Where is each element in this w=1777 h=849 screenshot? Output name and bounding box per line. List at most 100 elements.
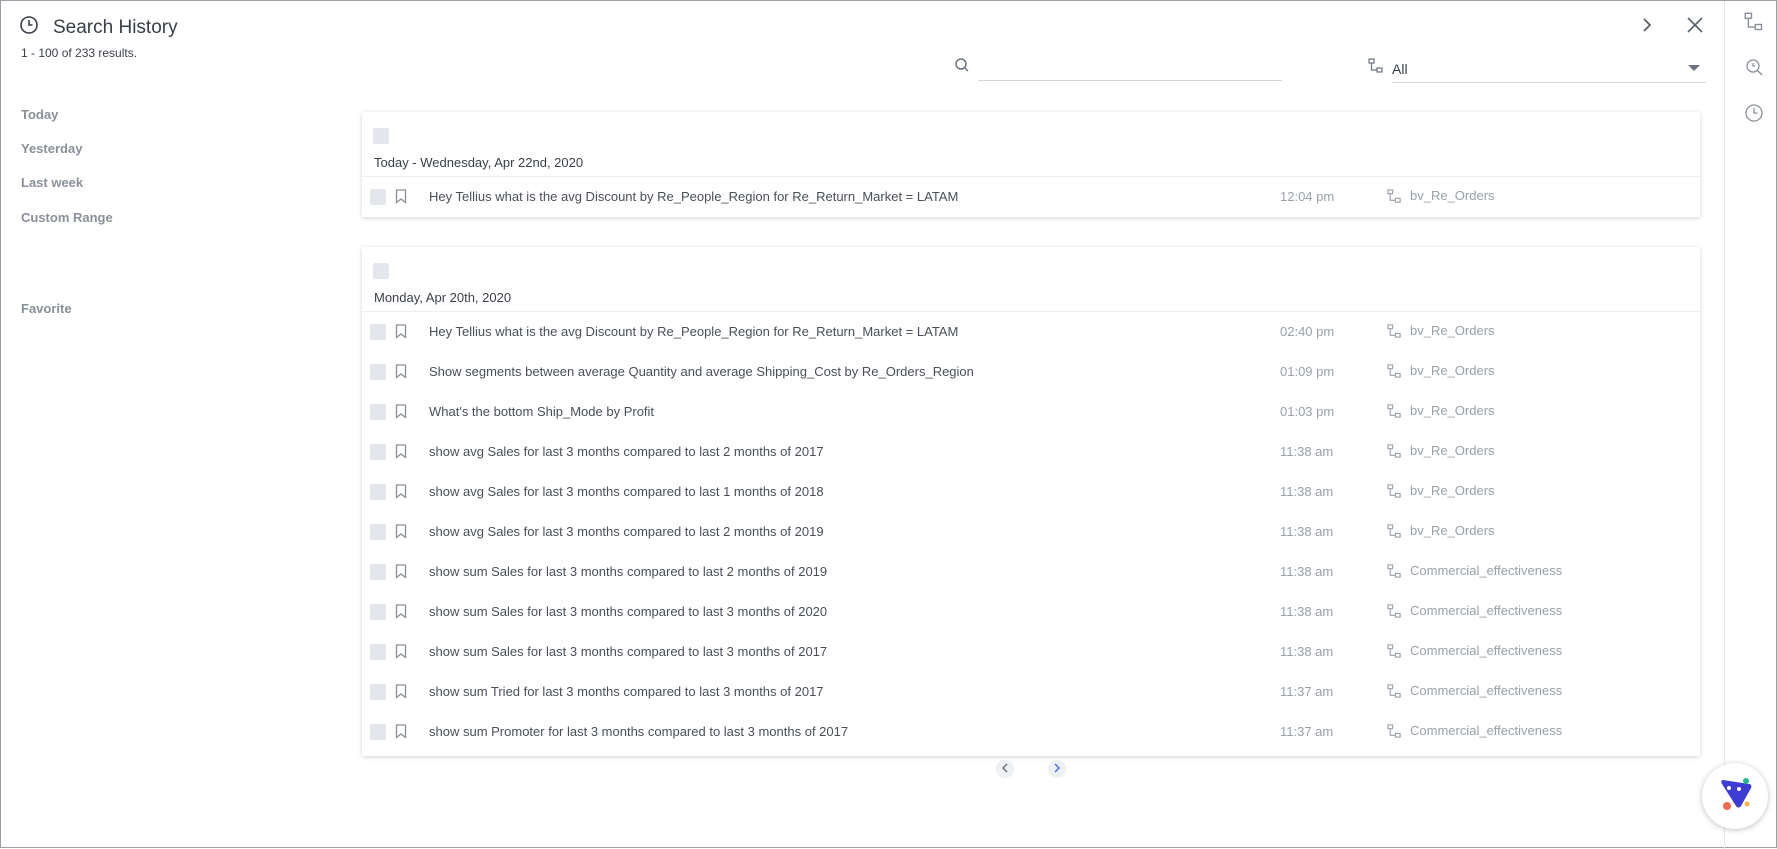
- history-time: 12:04 pm: [1280, 189, 1335, 204]
- group-rows: Hey Tellius what is the avg Discount by …: [362, 312, 1700, 756]
- row-checkbox[interactable]: [370, 189, 386, 205]
- bookmark-icon[interactable]: [395, 564, 407, 584]
- history-datasource[interactable]: Commercial_effectiveness: [1410, 563, 1562, 578]
- history-icon: [19, 15, 39, 40]
- datasource-icon: [1387, 644, 1402, 664]
- history-query[interactable]: show sum Sales for last 3 months compare…: [429, 564, 827, 579]
- history-time: 11:38 am: [1280, 604, 1334, 619]
- history-datasource[interactable]: Commercial_effectiveness: [1410, 643, 1562, 658]
- history-row: show sum Sales for last 3 months compare…: [362, 632, 1700, 672]
- search-input[interactable]: [978, 55, 1282, 81]
- close-button[interactable]: [1683, 15, 1707, 39]
- search-icon: [954, 57, 970, 78]
- history-query[interactable]: show avg Sales for last 3 months compare…: [429, 444, 824, 459]
- header: Search History: [19, 15, 178, 40]
- row-checkbox[interactable]: [370, 404, 386, 420]
- history-datasource[interactable]: Commercial_effectiveness: [1410, 683, 1562, 698]
- datasource-icon: [1387, 564, 1402, 584]
- row-checkbox[interactable]: [370, 724, 386, 740]
- search-box: [954, 55, 1282, 81]
- history-datasource[interactable]: bv_Re_Orders: [1410, 483, 1495, 498]
- bookmark-icon[interactable]: [395, 724, 407, 744]
- row-checkbox[interactable]: [370, 444, 386, 460]
- history-datasource[interactable]: bv_Re_Orders: [1410, 403, 1495, 418]
- history-row: show avg Sales for last 3 months compare…: [362, 512, 1700, 552]
- history-row: show avg Sales for last 3 months compare…: [362, 472, 1700, 512]
- bookmark-icon[interactable]: [395, 484, 407, 504]
- select-all-checkbox[interactable]: [373, 128, 389, 144]
- next-button[interactable]: [1635, 15, 1659, 39]
- group-title: Monday, Apr 20th, 2020: [374, 290, 512, 305]
- bookmark-icon[interactable]: [395, 644, 407, 664]
- datasource-select[interactable]: All: [1392, 55, 1706, 83]
- history-datasource[interactable]: bv_Re_Orders: [1410, 443, 1495, 458]
- row-checkbox[interactable]: [370, 644, 386, 660]
- bookmark-icon[interactable]: [395, 404, 407, 424]
- bookmark-icon[interactable]: [395, 524, 407, 544]
- select-all-checkbox[interactable]: [373, 263, 389, 279]
- row-checkbox[interactable]: [370, 484, 386, 500]
- history-row: show sum Tried for last 3 months compare…: [362, 672, 1700, 712]
- history-datasource[interactable]: bv_Re_Orders: [1410, 363, 1495, 378]
- nav-today[interactable]: Today: [21, 107, 58, 122]
- datasource-icon: [1387, 324, 1402, 344]
- history-query[interactable]: show sum Sales for last 3 months compare…: [429, 644, 827, 659]
- bookmark-icon[interactable]: [395, 364, 407, 384]
- history-query[interactable]: What's the bottom Ship_Mode by Profit: [429, 404, 654, 419]
- history-query[interactable]: show avg Sales for last 3 months compare…: [429, 484, 824, 499]
- history-time: 02:40 pm: [1280, 324, 1335, 339]
- bookmark-icon[interactable]: [395, 189, 407, 209]
- bookmark-icon[interactable]: [395, 684, 407, 704]
- bookmark-icon[interactable]: [395, 444, 407, 464]
- clock-icon: [1744, 103, 1764, 128]
- nav-yesterday[interactable]: Yesterday: [21, 141, 82, 156]
- history-row: Hey Tellius what is the avg Discount by …: [362, 312, 1700, 352]
- row-checkbox[interactable]: [370, 564, 386, 580]
- history-datasource[interactable]: bv_Re_Orders: [1410, 188, 1495, 203]
- rail-history-button[interactable]: [1743, 103, 1765, 128]
- bookmark-icon[interactable]: [395, 604, 407, 624]
- chat-widget-button[interactable]: [1702, 763, 1768, 829]
- datasource-icon: [1744, 12, 1764, 37]
- row-checkbox[interactable]: [370, 324, 386, 340]
- group-header: Monday, Apr 20th, 2020: [362, 247, 1700, 312]
- datasource-icon: [1387, 444, 1402, 464]
- rail-datasource-button[interactable]: [1743, 12, 1765, 37]
- row-checkbox[interactable]: [370, 604, 386, 620]
- row-checkbox[interactable]: [370, 684, 386, 700]
- row-checkbox[interactable]: [370, 364, 386, 380]
- history-datasource[interactable]: bv_Re_Orders: [1410, 523, 1495, 538]
- page-title: Search History: [53, 16, 178, 38]
- history-datasource[interactable]: Commercial_effectiveness: [1410, 723, 1562, 738]
- history-row: show avg Sales for last 3 months compare…: [362, 432, 1700, 472]
- history-query[interactable]: Hey Tellius what is the avg Discount by …: [429, 324, 958, 339]
- history-query[interactable]: show sum Sales for last 3 months compare…: [429, 604, 827, 619]
- nav-custom-range[interactable]: Custom Range: [21, 210, 113, 225]
- chevron-right-icon: [1053, 760, 1061, 778]
- history-query[interactable]: show avg Sales for last 3 months compare…: [429, 524, 824, 539]
- history-query[interactable]: show sum Promoter for last 3 months comp…: [429, 724, 848, 739]
- datasource-icon: [1387, 189, 1402, 209]
- history-row: show sum Promoter for last 3 months comp…: [362, 712, 1700, 752]
- search-history-panel: Search History 1 - 100 of 233 results. A…: [0, 0, 1777, 849]
- datasource-icon: [1387, 684, 1402, 704]
- next-page-button[interactable]: [1048, 760, 1066, 778]
- nav-favorite[interactable]: Favorite: [21, 301, 72, 316]
- datasource-filter: All: [1368, 55, 1706, 83]
- datasource-select-value: All: [1392, 61, 1408, 77]
- datasource-icon: [1387, 604, 1402, 624]
- rail-search-history-button[interactable]: [1743, 58, 1765, 80]
- chevron-left-icon: [1001, 760, 1009, 778]
- bookmark-icon[interactable]: [395, 324, 407, 344]
- prev-page-button[interactable]: [996, 760, 1014, 778]
- history-time: 11:38 am: [1280, 444, 1334, 459]
- caret-down-icon: [1688, 65, 1700, 71]
- nav-last-week[interactable]: Last week: [21, 175, 83, 190]
- history-query[interactable]: Show segments between average Quantity a…: [429, 364, 974, 379]
- history-datasource[interactable]: Commercial_effectiveness: [1410, 603, 1562, 618]
- history-datasource[interactable]: bv_Re_Orders: [1410, 323, 1495, 338]
- history-query[interactable]: show sum Tried for last 3 months compare…: [429, 684, 824, 699]
- row-checkbox[interactable]: [370, 524, 386, 540]
- datasource-icon: [1387, 364, 1402, 384]
- history-query[interactable]: Hey Tellius what is the avg Discount by …: [429, 189, 958, 204]
